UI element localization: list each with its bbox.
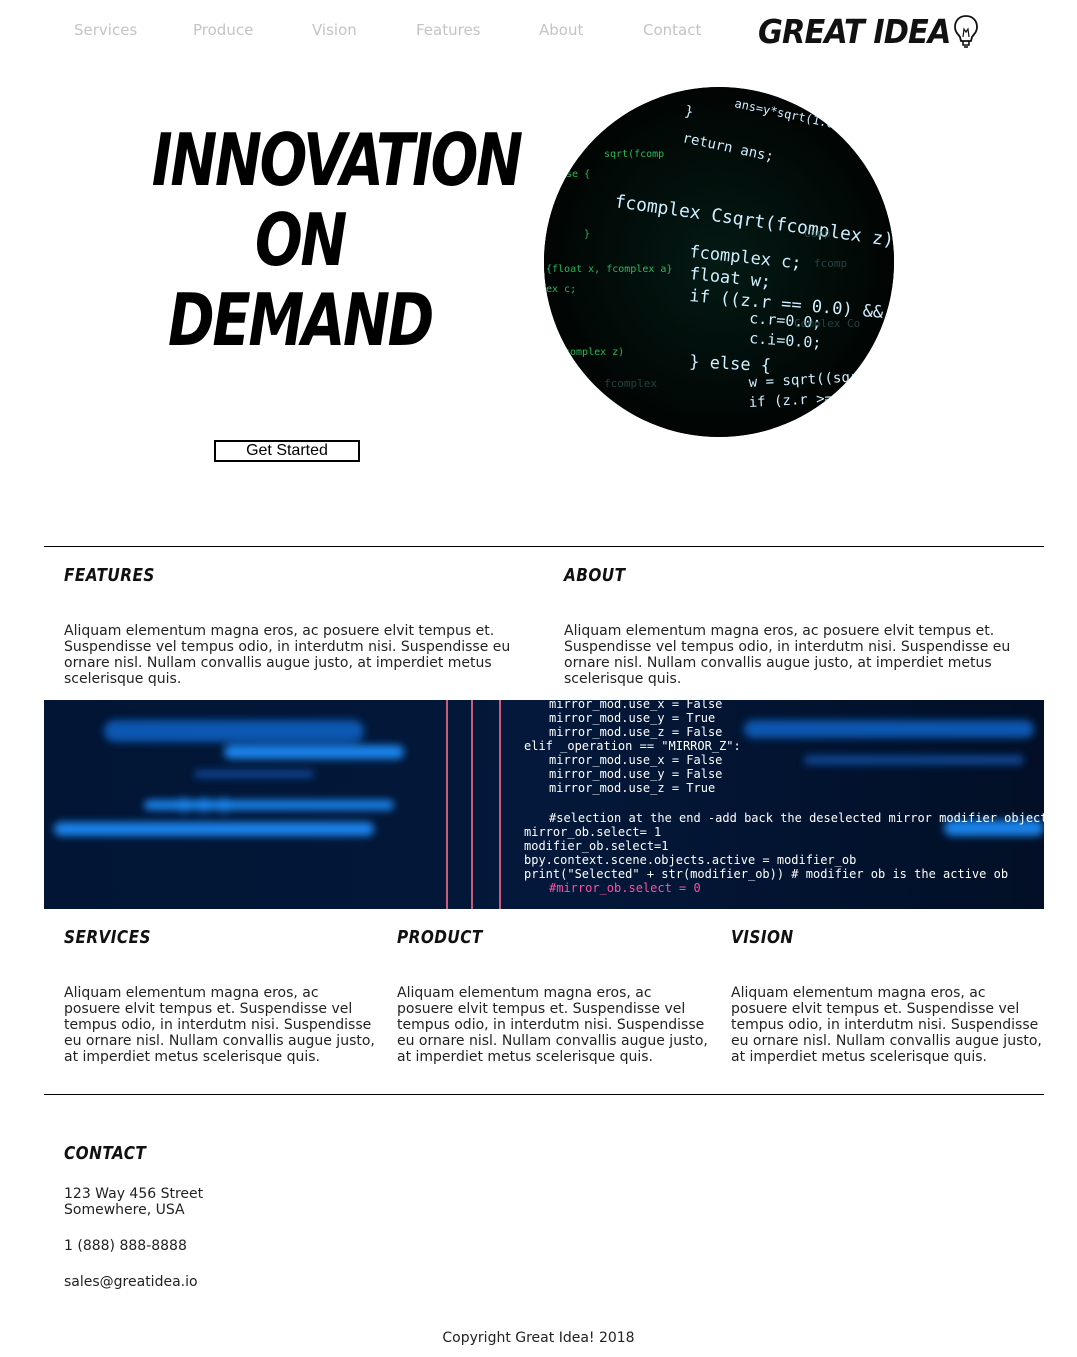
- svg-text:Comp: Comp: [804, 227, 831, 240]
- svg-text:#mirror_ob.select = 0: #mirror_ob.select = 0: [549, 881, 701, 895]
- svg-text:fcomp: fcomp: [814, 257, 847, 270]
- nav-link-vision[interactable]: Vision: [312, 21, 357, 39]
- footer-copyright: Copyright Great Idea! 2018: [442, 1330, 635, 1346]
- svg-text:fcomplex: fcomplex: [604, 377, 657, 390]
- about-heading: ABOUT: [564, 565, 626, 586]
- hero-title-line: DEMAND: [168, 278, 434, 362]
- divider: [44, 546, 1044, 547]
- svg-text:} else {: } else {: [689, 352, 772, 376]
- svg-text:{float x, fcomplex a}: {float x, fcomplex a}: [546, 264, 672, 275]
- about-body: Aliquam elementum magna eros, ac posuere…: [564, 623, 1011, 687]
- nav-link-contact[interactable]: Contact: [643, 21, 701, 39]
- services-body: Aliquam elementum magna eros, ac posuere…: [64, 985, 375, 1065]
- features-body: Aliquam elementum magna eros, ac posuere…: [64, 623, 511, 687]
- logo-text: GREAT IDEA: [758, 11, 951, 51]
- nav-link-features[interactable]: Features: [416, 21, 481, 39]
- svg-text:mirror_ob.select= 1: mirror_ob.select= 1: [524, 825, 661, 839]
- contact-address-line2: Somewhere, USA: [64, 1202, 185, 1218]
- product-heading: PRODUCT: [397, 927, 483, 948]
- svg-text:else {: else {: [554, 169, 590, 180]
- svg-text:complex z): complex z): [564, 347, 624, 358]
- code-screen-image: } ans=y*sqrt(1.0+temp* return ans; fcomp…: [544, 87, 894, 437]
- svg-text:mirror_mod.use_y = True: mirror_mod.use_y = True: [549, 711, 715, 725]
- svg-text:#selection at the end -add bac: #selection at the end -add back the dese…: [549, 811, 1044, 825]
- code-screen-icon: } ans=y*sqrt(1.0+temp* return ans; fcomp…: [544, 87, 894, 437]
- hero-title: INNOVATION ON DEMAND: [151, 118, 523, 362]
- contact-phone[interactable]: 1 (888) 888-8888: [64, 1238, 187, 1254]
- svg-text:mirror_mod.use_z = True: mirror_mod.use_z = True: [549, 781, 715, 795]
- divider: [44, 1094, 1044, 1095]
- hero-title-line: INNOVATION: [151, 118, 523, 202]
- product-body: Aliquam elementum magna eros, ac posuere…: [397, 985, 708, 1065]
- svg-text:elif _operation == "MIRROR_Z":: elif _operation == "MIRROR_Z":: [524, 739, 741, 753]
- svg-text:mirror_mod.use_x = False: mirror_mod.use_x = False: [549, 753, 722, 767]
- code-banner-icon: mirror_mod.use_x = False mirror_mod.use_…: [44, 700, 1044, 909]
- svg-text:mirror_mod.use_z = False: mirror_mod.use_z = False: [549, 725, 722, 739]
- svg-text:mirror_mod.use_y = False: mirror_mod.use_y = False: [549, 767, 722, 781]
- services-heading: SERVICES: [64, 927, 151, 948]
- lightbulb-icon: [954, 15, 979, 48]
- svg-text:bpy.context.scene.objects.acti: bpy.context.scene.objects.active = modif…: [524, 853, 856, 867]
- hero-title-line: ON: [254, 198, 347, 282]
- svg-text:sqrt(fcomp: sqrt(fcomp: [604, 149, 664, 160]
- svg-text:ex c;: ex c;: [546, 284, 576, 295]
- contact-email[interactable]: sales@greatidea.io: [64, 1274, 198, 1290]
- logo[interactable]: GREAT IDEA: [758, 10, 979, 52]
- vision-body: Aliquam elementum magna eros, ac posuere…: [731, 985, 1042, 1065]
- svg-text:}: }: [584, 229, 590, 240]
- svg-text:print("Selected" + str(modifie: print("Selected" + str(modifier_ob)) # m…: [524, 867, 1008, 881]
- svg-text:Complex Co: Complex Co: [794, 317, 860, 330]
- vision-heading: VISION: [731, 927, 794, 948]
- svg-text:mirror_mod.use_x = False: mirror_mod.use_x = False: [549, 700, 722, 711]
- contact-address-line1: 123 Way 456 Street: [64, 1186, 204, 1202]
- contact-heading: CONTACT: [64, 1143, 147, 1164]
- features-heading: FEATURES: [64, 565, 155, 586]
- code-banner-image: mirror_mod.use_x = False mirror_mod.use_…: [44, 700, 1044, 909]
- svg-text:modifier_ob.select=1: modifier_ob.select=1: [524, 839, 669, 853]
- nav-link-services[interactable]: Services: [74, 21, 137, 39]
- get-started-button[interactable]: Get Started: [214, 440, 360, 462]
- nav-link-about[interactable]: About: [539, 21, 583, 39]
- nav-link-produce[interactable]: Produce: [193, 21, 253, 39]
